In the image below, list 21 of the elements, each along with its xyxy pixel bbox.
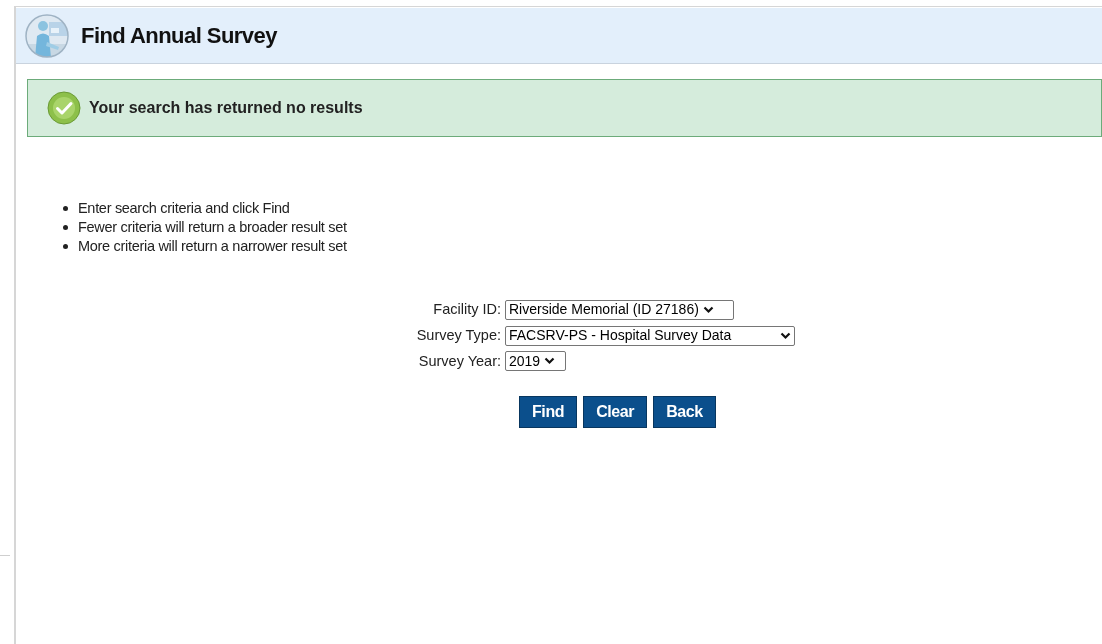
bullet: [63, 206, 68, 211]
bullet: [63, 244, 68, 249]
field-label: Survey Year:: [417, 351, 502, 371]
clear-button[interactable]: Clear: [583, 396, 648, 429]
chevron-down-icon: [544, 357, 556, 366]
instruction-text: More criteria will return a narrower result set: [78, 236, 347, 256]
instruction-text: Fewer criteria will return a broader result set: [78, 217, 347, 237]
select-field[interactable]: FACSRV-PS - Hospital Survey Data: [505, 325, 795, 346]
message-text: Your search has returned no results: [89, 98, 363, 118]
select-field[interactable]: 2019: [505, 351, 566, 372]
page-title: Find Annual Survey: [81, 22, 277, 50]
field-label: Facility ID:: [432, 300, 502, 319]
find-button[interactable]: Find: [519, 396, 578, 429]
back-button[interactable]: Back: [653, 396, 716, 429]
field-label: Survey Type:: [415, 325, 502, 345]
instruction-text: Enter search criteria and click Find: [78, 198, 290, 218]
chevron-down-icon: [780, 331, 791, 340]
chevron-down-icon: [702, 305, 714, 314]
select-field[interactable]: Riverside Memorial (ID 27186): [505, 299, 734, 320]
checkmark-icon: [47, 91, 81, 125]
bullet: [63, 225, 68, 230]
